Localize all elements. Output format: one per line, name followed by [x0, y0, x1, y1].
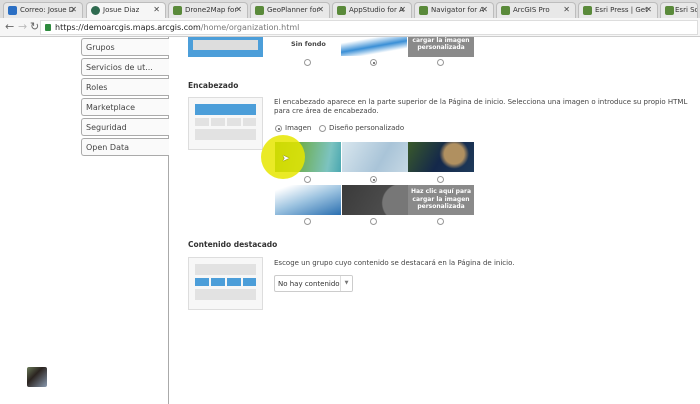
- close-icon[interactable]: ✕: [399, 5, 406, 14]
- header-mode-image-label: Imagen: [285, 124, 312, 132]
- sidebar-item-servicios[interactable]: Servicios de ut...: [81, 58, 169, 76]
- esri-icon: [255, 6, 264, 15]
- tab-label: GeoPlanner for: [267, 6, 320, 14]
- featured-layout-thumbnail: [188, 257, 263, 310]
- esri-icon: [337, 6, 346, 15]
- esri-icon: [419, 6, 428, 15]
- tab-arcgis-pro[interactable]: ArcGIS Pro ✕: [496, 2, 576, 18]
- header-radio-4[interactable]: [304, 218, 311, 225]
- sidebar-item-seguridad[interactable]: Seguridad: [81, 118, 169, 136]
- header-mode-custom-label: Diseño personalizado: [329, 124, 405, 132]
- tab-navigator[interactable]: Navigator for A ✕: [414, 2, 494, 18]
- lock-icon: [45, 24, 51, 31]
- tab-label: Correo: Josue D: [20, 6, 75, 14]
- address-bar-row: ← → ↻ https://demoarcgis.maps.arcgis.com…: [0, 18, 700, 37]
- mouse-pointer-icon: ➤: [282, 154, 290, 164]
- tab-josue-diaz[interactable]: Josue Diaz ✕: [86, 2, 166, 18]
- esri-icon: [583, 6, 592, 15]
- background-custom-upload[interactable]: Haz clic aquí para cargar la imagen pers…: [408, 37, 474, 57]
- background-radio-none[interactable]: [304, 59, 311, 66]
- sidebar-item-marketplace[interactable]: Marketplace: [81, 98, 169, 116]
- tab-bar: Correo: Josue D ✕ Josue Diaz ✕ Drone2Map f…: [0, 0, 700, 18]
- sidebar-item-open-data[interactable]: Open Data: [81, 138, 169, 156]
- no-background-label: Sin fondo: [291, 40, 326, 48]
- upload-label: Haz clic aquí para cargar la imagen pers…: [412, 37, 470, 51]
- header-layout-thumbnail: [188, 97, 263, 150]
- featured-description: Escoge un grupo cuyo contenido se destac…: [274, 259, 515, 267]
- reload-icon[interactable]: ↻: [30, 20, 39, 33]
- close-icon[interactable]: ✕: [235, 5, 242, 14]
- close-icon[interactable]: ✕: [563, 5, 570, 14]
- background-image-option[interactable]: [341, 37, 407, 56]
- background-layout-thumbnail: [188, 37, 263, 57]
- section-title-encabezado: Encabezado: [188, 81, 239, 90]
- upload-label: Haz clic aquí para cargar la imagen pers…: [410, 188, 472, 210]
- header-radio-1[interactable]: [304, 176, 311, 183]
- tab-label: ArcGIS Pro: [513, 6, 550, 14]
- header-image-earth[interactable]: [408, 142, 474, 172]
- header-image-light-globe[interactable]: [342, 142, 408, 172]
- tab-label: Josue Diaz: [103, 6, 140, 14]
- url-host: https://demoarcgis.maps.arcgis.com: [55, 23, 201, 32]
- back-icon[interactable]: ←: [5, 20, 14, 33]
- tab-geoplanner[interactable]: GeoPlanner for ✕: [250, 2, 330, 18]
- close-icon[interactable]: ✕: [317, 5, 324, 14]
- chevron-down-icon: ▼: [340, 276, 352, 291]
- close-icon[interactable]: ✕: [153, 5, 160, 14]
- header-mode-image-radio[interactable]: [275, 125, 282, 132]
- close-icon[interactable]: ✕: [645, 5, 652, 14]
- sidebar-item-roles[interactable]: Roles: [81, 78, 169, 96]
- header-image-blue[interactable]: [275, 185, 341, 215]
- esri-icon: [173, 6, 182, 15]
- tab-label: Drone2Map for: [185, 6, 238, 14]
- close-icon[interactable]: ✕: [481, 5, 488, 14]
- sidebar-item-grupos[interactable]: Grupos: [81, 38, 169, 56]
- globe-icon: [91, 6, 100, 15]
- url-input[interactable]: https://demoarcgis.maps.arcgis.com/home/…: [40, 20, 698, 35]
- header-custom-upload[interactable]: Haz clic aquí para cargar la imagen pers…: [408, 185, 474, 215]
- header-description: El encabezado aparece en la parte superi…: [274, 98, 688, 115]
- close-icon[interactable]: ✕: [70, 5, 77, 14]
- header-radio-3[interactable]: [437, 176, 444, 183]
- outlook-icon: [8, 6, 17, 15]
- esri-icon: [665, 6, 674, 15]
- featured-group-select[interactable]: No hay contenido destacado▼: [274, 275, 353, 292]
- background-radio-custom[interactable]: [437, 59, 444, 66]
- tab-esri-sc[interactable]: Esri Sc: [660, 2, 698, 18]
- header-image-dark-globe[interactable]: [342, 185, 408, 215]
- section-title-contenido-destacado: Contenido destacado: [188, 240, 278, 249]
- tab-correo[interactable]: Correo: Josue D ✕: [3, 2, 83, 18]
- forward-icon[interactable]: →: [18, 20, 27, 33]
- tab-label: AppStudio for A: [349, 6, 404, 14]
- avatar[interactable]: [27, 367, 47, 387]
- background-radio-image[interactable]: [370, 59, 377, 66]
- header-radio-5[interactable]: [370, 218, 377, 225]
- header-radio-6[interactable]: [437, 218, 444, 225]
- header-mode-custom-radio[interactable]: [319, 125, 326, 132]
- tab-appstudio[interactable]: AppStudio for A ✕: [332, 2, 412, 18]
- header-radio-2[interactable]: [370, 176, 377, 183]
- tab-label: Navigator for A: [431, 6, 485, 14]
- tab-drone2map[interactable]: Drone2Map for ✕: [168, 2, 248, 18]
- tab-label: Esri Sc: [675, 6, 698, 14]
- tab-label: Esri Press | Get: [595, 6, 648, 14]
- tab-esri-press[interactable]: Esri Press | Get ✕: [578, 2, 658, 18]
- url-path: /home/organization.html: [200, 23, 300, 32]
- esri-icon: [501, 6, 510, 15]
